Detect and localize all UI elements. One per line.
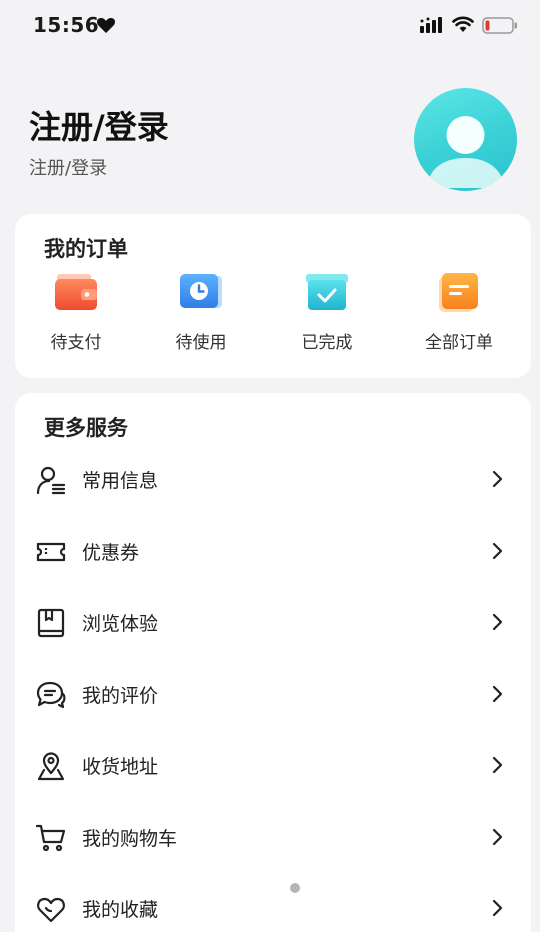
cart-icon bbox=[36, 824, 66, 852]
order-pending-payment-label: 待支付 bbox=[50, 333, 102, 353]
service-my-reviews[interactable]: 我的评价 bbox=[15, 666, 531, 726]
scroll-indicator bbox=[290, 883, 300, 893]
chevron-right-icon bbox=[492, 613, 503, 631]
heart-favorite-icon bbox=[37, 897, 65, 923]
services-title: 更多服务 bbox=[44, 416, 128, 440]
chevron-right-icon bbox=[492, 899, 503, 917]
check-box-icon bbox=[306, 274, 348, 310]
status-bar: 15:56 bbox=[0, 0, 540, 52]
service-coupons[interactable]: 优惠券 bbox=[15, 523, 531, 583]
service-favorites-label: 我的收藏 bbox=[82, 899, 159, 921]
service-my-reviews-label: 我的评价 bbox=[82, 685, 159, 707]
coupon-icon bbox=[36, 542, 66, 562]
orders-card: 我的订单 待支付 待使用 已完成 全部订单 bbox=[15, 214, 531, 378]
order-completed-label: 已完成 bbox=[301, 333, 353, 353]
login-title[interactable]: 注册/登录 bbox=[29, 102, 169, 148]
chevron-right-icon bbox=[492, 756, 503, 774]
wallet-icon bbox=[55, 274, 97, 310]
avatar[interactable] bbox=[414, 88, 517, 191]
status-time: 15:56 bbox=[33, 13, 100, 37]
login-subtitle[interactable]: 注册/登录 bbox=[29, 154, 107, 180]
chevron-right-icon bbox=[492, 828, 503, 846]
service-shopping-cart-label: 我的购物车 bbox=[82, 828, 178, 850]
wifi-icon bbox=[452, 16, 474, 32]
user-info-icon bbox=[36, 466, 66, 495]
location-icon bbox=[37, 752, 65, 781]
service-frequent-info-label: 常用信息 bbox=[82, 470, 159, 492]
service-shipping-address-label: 收货地址 bbox=[82, 756, 159, 778]
services-card: 更多服务 常用信息 优惠券 浏览体验 我的评价 收货地址 我的购物车 我的收藏 bbox=[15, 393, 531, 932]
signal-icon bbox=[420, 17, 442, 33]
chevron-right-icon bbox=[492, 542, 503, 560]
battery-icon bbox=[482, 17, 517, 34]
order-to-use-label: 待使用 bbox=[175, 333, 227, 353]
service-browsing-label: 浏览体验 bbox=[82, 613, 159, 635]
service-shopping-cart[interactable]: 我的购物车 bbox=[15, 809, 531, 869]
service-favorites[interactable]: 我的收藏 bbox=[15, 880, 531, 932]
service-coupons-label: 优惠券 bbox=[82, 542, 140, 564]
orders-title: 我的订单 bbox=[44, 237, 128, 261]
bookmark-book-icon bbox=[37, 608, 65, 638]
order-all[interactable]: 全部订单 bbox=[409, 272, 509, 353]
service-browsing[interactable]: 浏览体验 bbox=[15, 594, 531, 654]
clock-icon bbox=[180, 274, 222, 308]
default-user-icon bbox=[426, 116, 505, 188]
order-completed[interactable]: 已完成 bbox=[277, 272, 377, 353]
service-frequent-info[interactable]: 常用信息 bbox=[15, 451, 531, 511]
order-to-use[interactable]: 待使用 bbox=[151, 272, 251, 353]
chevron-right-icon bbox=[492, 470, 503, 488]
orders-list-icon bbox=[439, 273, 478, 312]
chevron-right-icon bbox=[492, 685, 503, 703]
service-shipping-address[interactable]: 收货地址 bbox=[15, 737, 531, 797]
order-all-label: 全部订单 bbox=[425, 333, 493, 353]
order-pending-payment[interactable]: 待支付 bbox=[26, 272, 126, 353]
comment-icon bbox=[36, 681, 66, 709]
profile-screen: 15:56 注册/登录 注册/登录 我的订单 待支付 待使用 已完成 全部订单 … bbox=[0, 0, 540, 932]
heart-icon bbox=[96, 17, 116, 33]
